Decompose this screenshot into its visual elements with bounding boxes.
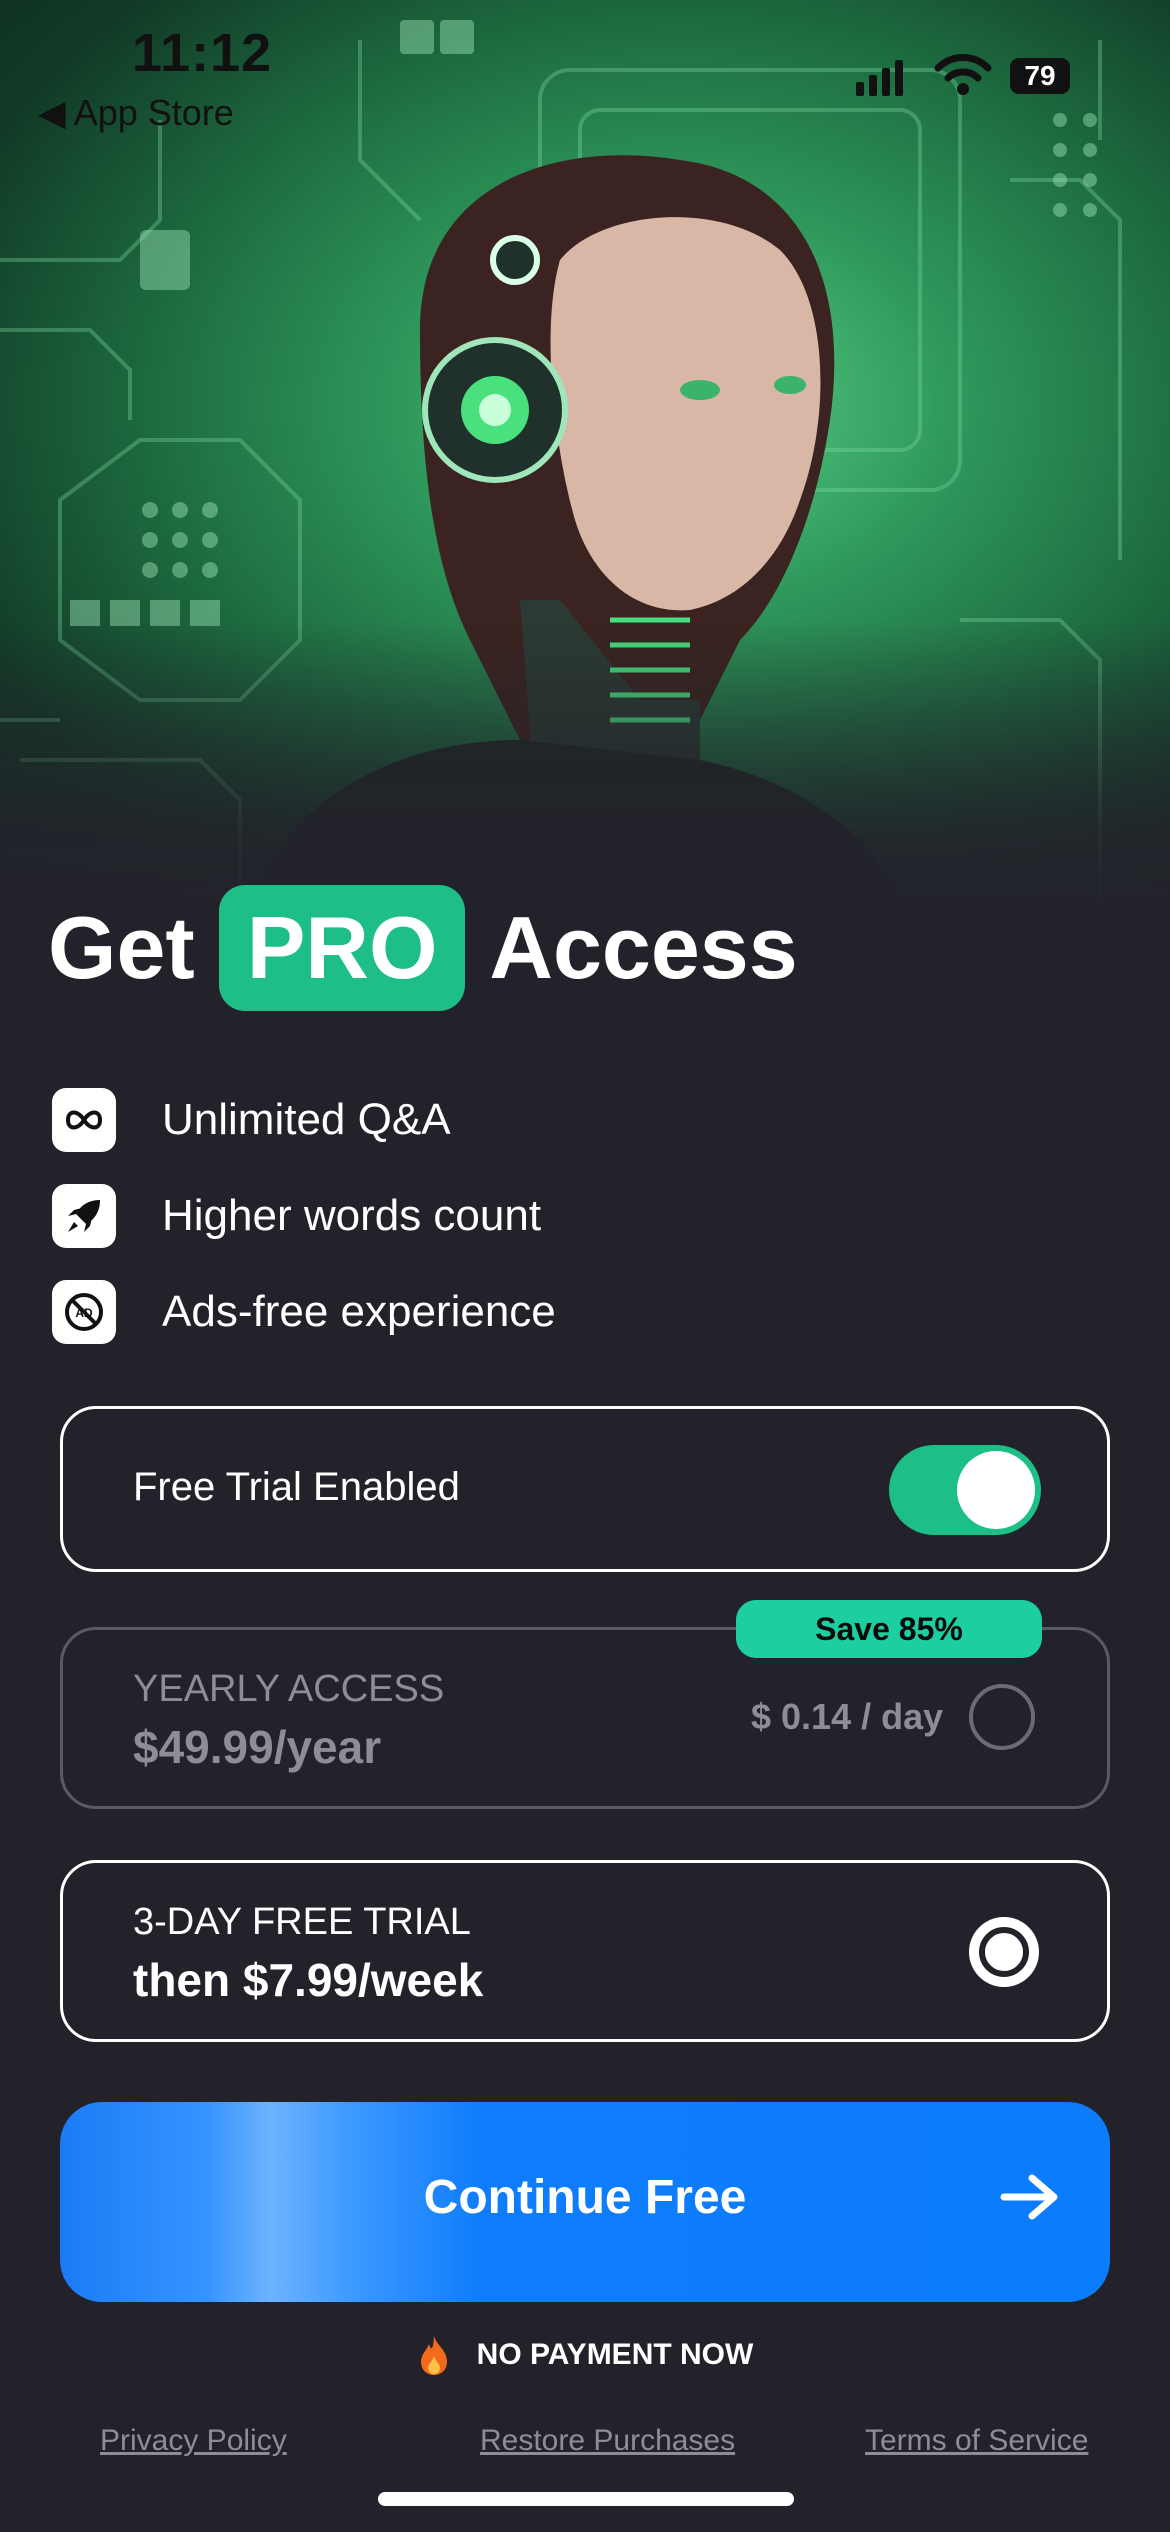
plan-title: YEARLY ACCESS bbox=[133, 1668, 445, 1710]
continue-button-label: Continue Free bbox=[423, 2171, 747, 2224]
plan-price: then $7.99/week bbox=[133, 1954, 484, 2006]
free-trial-toggle-card[interactable]: Free Trial Enabled bbox=[60, 1406, 1110, 1572]
feature-item: Unlimited Q&A bbox=[52, 1072, 556, 1168]
plan-radio-selected[interactable] bbox=[969, 1917, 1039, 1987]
battery-icon: 79 bbox=[1010, 58, 1070, 94]
infinity-icon bbox=[52, 1088, 116, 1152]
svg-text:AD: AD bbox=[75, 1306, 93, 1320]
title-suffix: Access bbox=[489, 898, 798, 997]
pro-badge: PRO bbox=[218, 885, 466, 1011]
fire-icon bbox=[420, 2336, 447, 2375]
toggle-knob bbox=[957, 1451, 1035, 1529]
plan-option-weekly-trial[interactable]: 3-DAY FREE TRIAL then $7.99/week bbox=[60, 1860, 1110, 2042]
plan-per-day-price: $ 0.14 / day bbox=[751, 1696, 944, 1737]
terms-of-service-link[interactable]: Terms of Service bbox=[865, 2424, 1088, 2458]
feature-label: Unlimited Q&A bbox=[162, 1095, 451, 1144]
plan-price: $49.99/year bbox=[133, 1721, 382, 1773]
feature-list: Unlimited Q&A Higher words count AD Ads-… bbox=[52, 1072, 556, 1360]
plan-title: 3-DAY FREE TRIAL bbox=[133, 1901, 471, 1943]
feature-item: AD Ads-free experience bbox=[52, 1264, 556, 1360]
no-payment-label: NO PAYMENT NOW bbox=[476, 2338, 754, 2371]
feature-item: Higher words count bbox=[52, 1168, 556, 1264]
feature-label: Ads-free experience bbox=[162, 1287, 556, 1336]
restore-purchases-link[interactable]: Restore Purchases bbox=[480, 2424, 735, 2458]
status-time: 11:12 bbox=[132, 23, 273, 83]
back-to-app-store-link[interactable]: ◀ App Store bbox=[38, 92, 234, 134]
title-prefix: Get bbox=[48, 898, 195, 997]
privacy-policy-link[interactable]: Privacy Policy bbox=[100, 2424, 287, 2458]
continue-free-button[interactable]: Continue Free bbox=[60, 2102, 1110, 2302]
no-ads-icon: AD bbox=[52, 1280, 116, 1344]
free-trial-label: Free Trial Enabled bbox=[133, 1465, 460, 1509]
cellular-signal-icon bbox=[856, 60, 903, 96]
rocket-icon bbox=[52, 1184, 116, 1248]
arrow-right-icon bbox=[1000, 2174, 1058, 2220]
page-title: Get PRO Access bbox=[48, 885, 798, 1011]
home-indicator bbox=[378, 2492, 794, 2506]
free-trial-toggle[interactable] bbox=[889, 1445, 1041, 1535]
no-payment-note: NO PAYMENT NOW bbox=[0, 2334, 1170, 2376]
save-badge: Save 85% bbox=[736, 1600, 1042, 1658]
feature-label: Higher words count bbox=[162, 1191, 542, 1240]
plan-radio-unselected[interactable] bbox=[969, 1684, 1035, 1750]
status-bar: 11:12 ◀ App Store 79 bbox=[0, 0, 1170, 140]
wifi-icon bbox=[934, 54, 992, 95]
